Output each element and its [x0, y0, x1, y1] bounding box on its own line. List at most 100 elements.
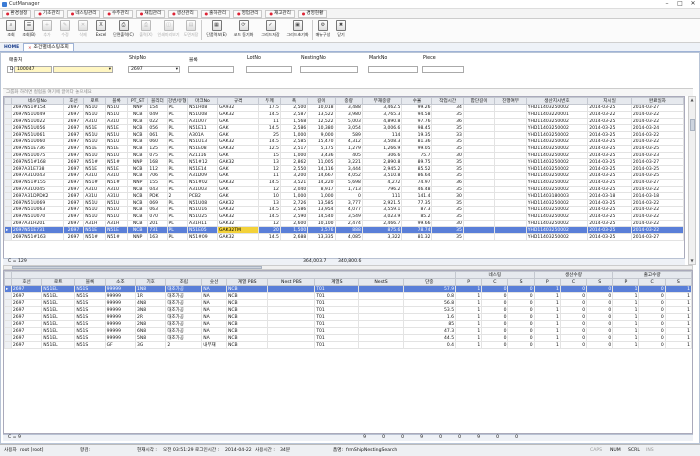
table-row[interactable]: 2697N51#163 2697 N51# N51# NNP 163 PL N51#09 GAK…	[4, 233, 684, 241]
column-header[interactable]: 조립	[165, 278, 203, 286]
menu-shipping[interactable]: ● 출하관리	[200, 9, 231, 18]
search-button[interactable]: ⌕ 조회	[2, 19, 20, 42]
block-input[interactable]	[188, 66, 234, 73]
grid-reset-button[interactable]: ▣ 그리드초기화	[284, 19, 311, 42]
row-indicator[interactable]	[4, 151, 12, 160]
table-row[interactable]: 2697 N51EL N51S 99999 1R 대조가공 NA NCB T01 0.8 1 0 0 1 0…	[4, 292, 692, 300]
table-row[interactable]: 2697A31U045 2697 A31U A31U NCB 043 PL A31U03 GAK…	[4, 185, 684, 194]
column-header[interactable]: Nest PBS	[267, 278, 316, 286]
table-row[interactable]: 2697A31U043 2697 A31U A31U NCB 706 PL A31D09 GAK…	[4, 171, 684, 180]
row-indicator[interactable]	[4, 299, 12, 307]
table-row[interactable]: 2697A31E738 2697 N51E N51E NCB 112 PL N51E14 GAK…	[4, 165, 684, 173]
lot-input[interactable]	[246, 66, 292, 73]
close-window-button[interactable]: ✕	[687, 0, 699, 8]
edit-button[interactable]: ✎ 수정	[56, 19, 74, 42]
row-indicator[interactable]	[4, 212, 12, 221]
row-indicator[interactable]: ▸	[4, 285, 12, 293]
row-indicator[interactable]	[4, 219, 12, 228]
row-indicator[interactable]	[4, 131, 12, 139]
column-header[interactable]: C	[559, 278, 588, 286]
column-header[interactable]: 로트	[83, 97, 107, 105]
column-header[interactable]: P	[533, 278, 561, 286]
column-header[interactable]: C	[638, 278, 666, 286]
row-indicator[interactable]	[4, 171, 12, 180]
row-indicator[interactable]	[4, 205, 12, 214]
row-indicator[interactable]	[4, 185, 12, 194]
column-header[interactable]: 중량	[334, 97, 363, 105]
column-header[interactable]: 소조	[104, 278, 137, 286]
table-row[interactable]: 2697 N51EL N51S 99999 5N8 대조가공 NA NCB T01 44.5 1 0 0…	[4, 334, 692, 342]
table-row[interactable]: 2697N51U070 2697 N51U N51U NCB 070 PL N51U25 GAK…	[4, 212, 684, 221]
table-row[interactable]: 2697 N51EL N51S GF 3G 2 내부재 NCB T01 0.4 1 0 0 1 0 0 1 0 1	[4, 341, 692, 349]
menu-master[interactable]: ● 기초관리	[34, 9, 64, 18]
print-button[interactable]: ⎙ 출력(X)	[137, 19, 155, 42]
column-header[interactable]: 계열S	[314, 278, 360, 286]
ship-select[interactable]: 2697	[128, 66, 180, 73]
menu-sales[interactable]: ● 영업관리	[233, 9, 263, 18]
nesting-grid[interactable]: 네스팅No 호선 로트 블록 PT_ST 블리더 강번/유형 마크No 규격 두께 폭 길이 중량 부재중…	[3, 96, 685, 265]
row-indicator[interactable]	[4, 124, 12, 133]
row-indicator[interactable]	[4, 178, 12, 187]
row-indicator[interactable]	[4, 292, 12, 300]
menu-management[interactable]: ● 경영현황	[297, 9, 328, 18]
table-row[interactable]: ▸ 2697 N51EL N51S 99999 1N8 대조가공 NA NCB T01 57.9 1 0…	[4, 285, 692, 293]
tab-home[interactable]: HOME	[2, 44, 21, 51]
menu-settings[interactable]: ● 환경설정	[2, 9, 32, 18]
column-header[interactable]: 숫선	[201, 278, 228, 286]
column-header[interactable]: PT_ST	[126, 97, 149, 105]
nesting-grid-vscroll[interactable]: ▲ ▼	[688, 96, 696, 265]
row-indicator[interactable]	[4, 306, 12, 314]
row-indicator[interactable]	[4, 233, 12, 241]
nesting-input[interactable]	[300, 66, 358, 73]
table-row[interactable]: 2697N51#154 2697 N51U N51U NNP 154 PL N51H08 GA9…	[4, 104, 684, 112]
drawing-save-button[interactable]: ▤ 도면저장	[182, 19, 200, 42]
table-row[interactable]: 2697N51U049 2697 N51U N51U NCB 049 PL N51U08 GAK…	[4, 110, 684, 119]
table-row[interactable]: 2697N51U063 2697 N51U N51U NCB 063 PL N51U16 GAK…	[4, 205, 684, 214]
code-sync-button[interactable]: ⟳ 코드 동기화	[230, 19, 257, 42]
scroll-thumb[interactable]	[690, 119, 695, 131]
column-header[interactable]: 블록	[74, 278, 106, 286]
column-header[interactable]: S	[507, 278, 535, 286]
row-indicator[interactable]	[4, 199, 12, 207]
column-header[interactable]: 블록	[105, 97, 128, 105]
menu-inventory[interactable]: ● 재고관리	[265, 9, 295, 18]
grid-save-button[interactable]: ✓ 그리드저장	[257, 19, 284, 42]
minimize-button[interactable]: –	[661, 0, 673, 8]
column-header[interactable]: P	[612, 278, 640, 286]
row-indicator[interactable]	[4, 158, 12, 167]
menu-orders[interactable]: ● 수주관리	[103, 9, 133, 18]
menu-nesting[interactable]: ● 네스팅관리	[66, 9, 101, 18]
menu-config-button[interactable]: ⚙ 매뉴구성	[314, 19, 332, 42]
scroll-up-icon[interactable]: ▲	[689, 97, 695, 103]
piece-input[interactable]	[422, 66, 464, 73]
tab-ship-nesting-search[interactable]: ✕ 조건별네스팅조회	[23, 43, 74, 51]
column-header[interactable]: 합단길이	[462, 97, 496, 105]
column-header[interactable]: 호선	[10, 278, 43, 286]
column-header[interactable]: 작업시간	[431, 97, 464, 105]
table-row[interactable]: 2697N51U056 2697 N51E N51E NCB 056 PL N51E11 GAK…	[4, 124, 684, 133]
excel-button[interactable]: X Excel	[92, 19, 110, 42]
table-row[interactable]: 2697 N51EL N51S 99999 2N8 대조가공 NA NCB T01 85 1 0 0 1 0…	[4, 320, 692, 328]
group-by-hint[interactable]: 그룹화 하려면 컬럼을 여기에 끌어다 놓으세요	[3, 88, 693, 96]
row-indicator[interactable]: ▸	[4, 226, 12, 235]
row-indicator[interactable]	[4, 104, 12, 112]
table-row[interactable]: 2697 N51EL N51S 99999 3N8 대조가공 NA NCB T01 53.5 1 0 0…	[4, 306, 692, 314]
table-row[interactable]: 2697 N51EL N51S 99999 6N8 대조가공 NA NCB T01 47.3 1 0 0…	[4, 327, 692, 335]
table-row[interactable]: 2697N51#155 2697 N51# N51# NNP 155 PL N51#02 GAK…	[4, 178, 684, 187]
table-row[interactable]: 2697N51#168 2697 N51# N51# NNP 168 PL N51#12 GAK…	[4, 158, 684, 167]
print-preview-button[interactable]: ◫ 인쇄미리보기	[155, 19, 182, 42]
single-print-button[interactable]: ⎙ 단면출력(C)	[110, 19, 137, 42]
row-indicator[interactable]	[4, 117, 12, 126]
column-header[interactable]: 진행여부	[494, 97, 527, 105]
column-header[interactable]: 수율	[401, 97, 433, 105]
row-indicator[interactable]	[4, 334, 12, 342]
column-header[interactable]: 두께	[258, 97, 281, 105]
add-button[interactable]: + 추가	[38, 19, 56, 42]
row-indicator[interactable]	[4, 165, 12, 173]
table-row[interactable]: 2697A31DPDK2 2697 A31U A31U NCB PDK 2 PCB2 GAK 10…	[4, 192, 684, 201]
table-row[interactable]: 2697N51U075 2697 N51U N51U NCB 075 PL A21116 GAK…	[4, 151, 684, 160]
table-row[interactable]: 2697A31H201 2697 A31H A31H NCB 201 PL A31H11 GAK…	[4, 219, 684, 228]
table-row[interactable]: 2697N51U060 2697 N51U N51U NCB 060 PL N51U13 GAK…	[4, 137, 684, 146]
part-detail-grid[interactable]: 네스팅 생산수량 출고수량 호선 로트 블록 소조 기호 조립 숫선 계열 PBS Nest P…	[3, 270, 693, 434]
column-header[interactable]: 블리더	[147, 97, 168, 105]
